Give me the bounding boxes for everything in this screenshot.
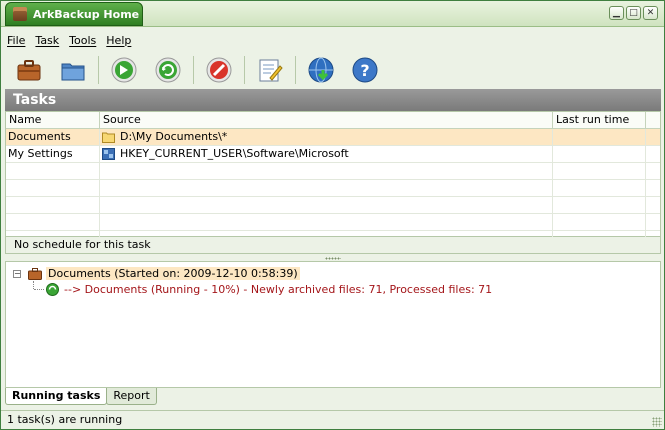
title-bar: ArkBackup Home ▁ □ ✕ — [1, 1, 664, 27]
column-last-run[interactable]: Last run time — [553, 112, 646, 128]
svg-text:?: ? — [360, 61, 369, 80]
table-row[interactable]: My Settings HKEY_CURRENT_USER\Software\M… — [6, 146, 660, 163]
task-name: My Settings — [6, 146, 100, 162]
menu-file[interactable]: File — [7, 34, 25, 47]
tree-node-parent-text: Documents (Started on: 2009-12-10 0:58:3… — [46, 267, 300, 280]
table-row[interactable]: Documents D:\My Documents\* — [6, 129, 660, 146]
running-tasks-panel — [5, 261, 661, 388]
table-row-empty — [6, 163, 660, 180]
folder-icon — [102, 132, 115, 143]
toolbar-separator — [98, 56, 99, 84]
tree-node-child[interactable]: --> Documents (Running - 10%) - Newly ar… — [46, 283, 492, 296]
status-text: 1 task(s) are running — [7, 413, 123, 426]
column-source[interactable]: Source — [100, 112, 553, 128]
tasks-header: Tasks — [5, 89, 661, 111]
run-icon[interactable] — [109, 55, 139, 85]
table-row-empty — [6, 197, 660, 214]
tasks-table: Name Source Last run time Documents D:\M… — [5, 111, 661, 248]
minimize-icon[interactable]: ▁ — [609, 6, 624, 20]
toolbar-separator — [193, 56, 194, 84]
table-row-empty — [6, 214, 660, 231]
task-name: Documents — [6, 129, 100, 145]
folder-icon[interactable] — [58, 55, 88, 85]
status-bar: 1 task(s) are running — [1, 410, 664, 429]
task-last-run — [553, 129, 646, 145]
menu-tools[interactable]: Tools — [69, 34, 96, 47]
task-source: D:\My Documents\* — [100, 129, 553, 145]
tree-connector — [33, 281, 35, 289]
tree-node-parent[interactable]: − Documents (Started on: 2009-12-10 0:58… — [13, 267, 300, 280]
tree-connector — [34, 289, 44, 291]
stop-icon[interactable] — [204, 55, 234, 85]
task-source-text: HKEY_CURRENT_USER\Software\Microsoft — [120, 147, 349, 160]
maximize-icon[interactable]: □ — [626, 6, 641, 20]
registry-icon — [102, 148, 115, 160]
table-header: Name Source Last run time — [6, 112, 660, 129]
resize-grip[interactable] — [652, 417, 662, 427]
task-source: HKEY_CURRENT_USER\Software\Microsoft — [100, 146, 553, 162]
title-tab: ArkBackup Home — [5, 2, 143, 26]
backup-box-icon — [13, 7, 27, 21]
task-source-text: D:\My Documents\* — [120, 130, 228, 143]
running-status-icon — [46, 283, 59, 296]
collapse-icon[interactable]: − — [13, 269, 21, 278]
toolbar-separator — [295, 56, 296, 84]
refresh-icon[interactable] — [153, 55, 183, 85]
tree-node-child-text: --> Documents (Running - 10%) - Newly ar… — [64, 283, 493, 296]
bottom-tabs: Running tasks Report — [5, 388, 157, 406]
tab-report[interactable]: Report — [106, 388, 157, 405]
menu-help[interactable]: Help — [106, 34, 131, 47]
help-icon[interactable]: ? — [350, 55, 380, 85]
menu-task[interactable]: Task — [35, 34, 59, 47]
toolbar-separator — [244, 56, 245, 84]
menu-bar: File Task Tools Help — [1, 30, 664, 50]
edit-icon[interactable] — [255, 55, 285, 85]
schedule-info: No schedule for this task — [5, 237, 661, 254]
briefcase-icon[interactable] — [14, 55, 44, 85]
task-last-run — [553, 146, 646, 162]
close-icon[interactable]: ✕ — [643, 6, 658, 20]
column-name[interactable]: Name — [6, 112, 100, 128]
briefcase-icon — [28, 267, 42, 280]
toolbar: ? — [1, 53, 664, 87]
globe-download-icon[interactable] — [306, 55, 336, 85]
tab-running-tasks[interactable]: Running tasks — [5, 388, 108, 405]
table-row-empty — [6, 180, 660, 197]
window-title: ArkBackup Home — [33, 7, 140, 21]
app-window: ArkBackup Home ▁ □ ✕ File Task Tools Hel… — [0, 0, 665, 430]
